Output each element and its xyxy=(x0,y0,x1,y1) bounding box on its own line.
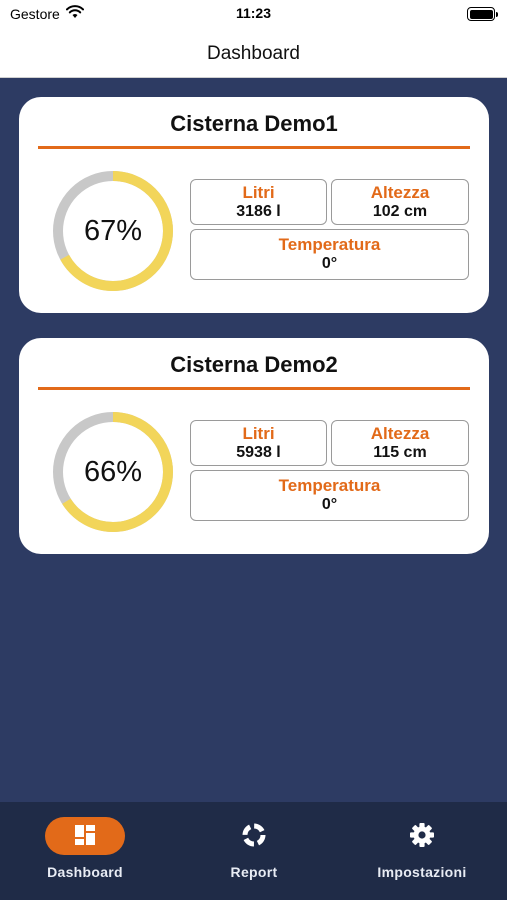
tab-label: Dashboard xyxy=(47,864,123,880)
title-divider xyxy=(38,387,470,390)
temperatura-value: 0° xyxy=(321,255,338,272)
temperatura-label: Temperatura xyxy=(278,235,381,254)
cistern-name: Cisterna Demo2 xyxy=(170,352,338,377)
litri-value: 3186 l xyxy=(236,203,281,220)
status-bar: Gestore 11:23 xyxy=(0,0,507,30)
battery-icon xyxy=(467,7,498,21)
altezza-value: 102 cm xyxy=(372,203,428,220)
litri-label: Litri xyxy=(242,424,275,443)
active-tab-indicator xyxy=(45,817,125,855)
temperatura-value: 0° xyxy=(321,496,338,513)
litri-box: Litri 5938 l xyxy=(190,420,327,466)
cistern-name: Cisterna Demo1 xyxy=(170,111,338,136)
litri-value: 5938 l xyxy=(236,444,281,461)
navigation-bar: Dashboard xyxy=(0,30,507,78)
level-percent: 67% xyxy=(83,214,143,247)
temperatura-label: Temperatura xyxy=(278,476,381,495)
altezza-box: Altezza 115 cm xyxy=(331,420,469,466)
altezza-value: 115 cm xyxy=(373,444,427,461)
altezza-label: Altezza xyxy=(370,424,430,443)
altezza-label: Altezza xyxy=(370,183,430,202)
tab-impostazioni[interactable]: Impostazioni xyxy=(352,816,492,880)
page-title: Dashboard xyxy=(207,42,300,64)
tab-report[interactable]: Report xyxy=(184,816,324,880)
dashboard-grid-icon xyxy=(74,824,96,849)
report-donut-icon xyxy=(241,822,267,851)
litri-box: Litri 3186 l xyxy=(190,179,327,225)
gear-icon xyxy=(408,821,436,852)
cistern-card-1[interactable]: Cisterna Demo1 67% Litri 3186 l Altezza … xyxy=(19,97,489,313)
altezza-box: Altezza 102 cm xyxy=(331,179,469,225)
tab-bar: Dashboard Report Impostazioni xyxy=(0,802,507,900)
litri-label: Litri xyxy=(242,183,275,202)
status-time: 11:23 xyxy=(235,5,272,21)
level-percent: 66% xyxy=(83,455,143,488)
temperatura-box: Temperatura 0° xyxy=(190,229,469,280)
level-gauge: 66% xyxy=(51,410,175,534)
cistern-card-2[interactable]: Cisterna Demo2 66% Litri 5938 l Altezza … xyxy=(19,338,489,554)
level-gauge: 67% xyxy=(51,169,175,293)
tab-label: Report xyxy=(230,864,278,880)
tab-dashboard[interactable]: Dashboard xyxy=(15,816,155,880)
tab-label: Impostazioni xyxy=(377,864,467,880)
title-divider xyxy=(38,146,470,149)
temperatura-box: Temperatura 0° xyxy=(190,470,469,521)
